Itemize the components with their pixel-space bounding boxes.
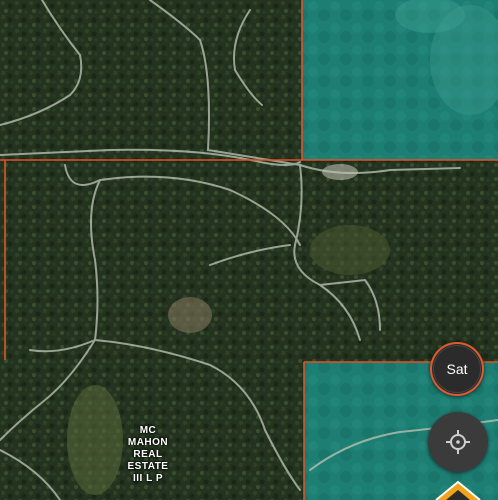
owner-label-line: REAL	[133, 449, 163, 460]
owner-label-line: ESTATE	[127, 461, 169, 472]
crosshair-target-icon	[446, 430, 470, 454]
satellite-map[interactable]	[0, 0, 498, 500]
owner-label-line: MAHON	[127, 437, 169, 448]
recenter-button[interactable]	[428, 412, 488, 472]
meadow	[310, 225, 390, 275]
navigation-marker-icon[interactable]	[428, 478, 488, 500]
satellite-layer-button[interactable]: Sat	[430, 342, 484, 396]
parcel-owner-label[interactable]: MC MAHON REAL ESTATE III L P	[112, 425, 184, 485]
water-area-top-right	[302, 0, 498, 160]
owner-label-line: III L P	[133, 473, 163, 484]
clearing	[168, 297, 212, 333]
satellite-layer-label: Sat	[446, 361, 468, 377]
owner-label-line: MC	[139, 425, 157, 436]
